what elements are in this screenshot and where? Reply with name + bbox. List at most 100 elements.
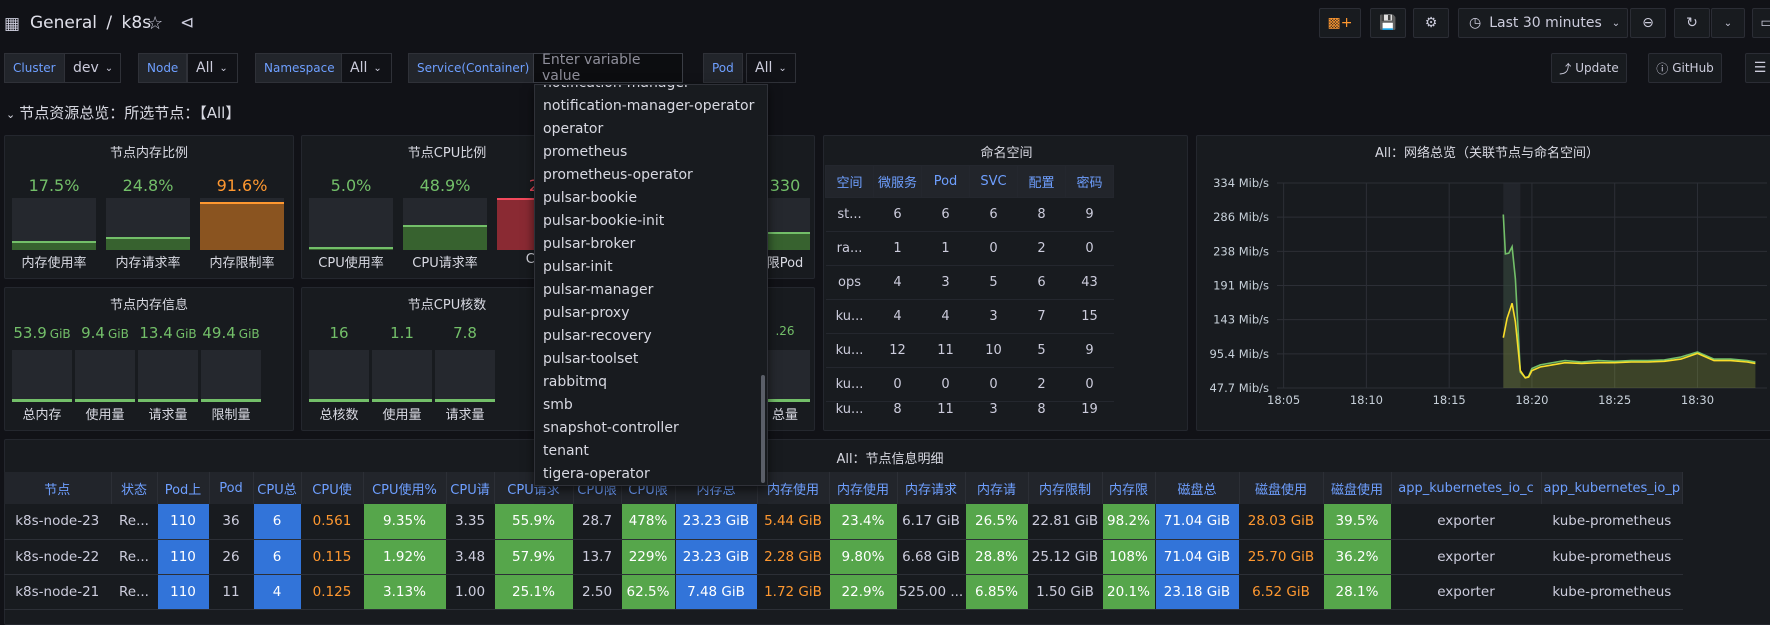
node-variable-select[interactable]: All ⌄ — [187, 53, 238, 83]
service-variable-input[interactable]: Enter variable value — [533, 52, 683, 84]
chevron-down-icon: ⌄ — [778, 62, 787, 74]
pod-variable-select[interactable]: All ⌄ — [746, 53, 796, 83]
dropdown-option[interactable]: pulsar-toolset — [535, 348, 767, 371]
dropdown-option[interactable]: pulsar-recovery — [535, 325, 767, 348]
column-header[interactable]: 密码 — [1065, 165, 1114, 198]
dropdown-option[interactable]: pulsar-broker — [535, 233, 767, 256]
table-row: ops 4 3 5 6 43 — [825, 265, 1114, 300]
update-link-button[interactable]: ⤴ Update — [1551, 53, 1627, 83]
table-cell: 28.8% — [965, 539, 1029, 575]
column-header[interactable]: Pod上 — [157, 472, 210, 504]
table-cell: 1.92% — [363, 539, 447, 575]
table-cell: ops — [825, 265, 874, 300]
dropdown-option[interactable]: operator — [535, 118, 767, 141]
gauge-fill — [309, 399, 369, 402]
column-header[interactable]: CPU使 — [301, 472, 364, 504]
table-cell: 3 — [921, 265, 970, 300]
column-header[interactable]: 磁盘总 — [1155, 472, 1240, 504]
service-options-dropdown[interactable]: notification-managernotification-manager… — [534, 84, 768, 486]
column-header[interactable]: CPU总 — [253, 472, 302, 504]
dropdown-option[interactable]: pulsar-init — [535, 256, 767, 279]
dropdown-option[interactable]: prometheus — [535, 141, 767, 164]
gauge-number: 49.4 — [202, 324, 236, 342]
save-icon: 💾 — [1379, 15, 1397, 31]
table-cell: 110 — [157, 539, 210, 575]
column-header[interactable]: 内存请 — [965, 472, 1029, 504]
table-cell: 12 — [873, 333, 922, 368]
gauge-label: 请求量 — [148, 408, 188, 423]
save-dashboard-button[interactable]: 💾 — [1370, 8, 1406, 38]
table-cell: 1 — [873, 231, 922, 266]
table-cell: 71.04 GiB — [1155, 504, 1240, 540]
table-row[interactable]: k8s-node-23 Re... 110 36 6 0.561 9.35% 3.35 55.9… — [4, 504, 1684, 540]
dropdown-option[interactable]: pulsar-manager — [535, 279, 767, 302]
panel-title: 节点内存信息 — [109, 298, 188, 313]
table-cell: ku... — [835, 402, 864, 417]
refresh-interval-button[interactable]: ⌄ — [1711, 8, 1745, 38]
dropdown-option[interactable]: pulsar-bookie — [535, 187, 767, 210]
dropdown-scrollbar[interactable] — [761, 375, 765, 483]
dropdown-option[interactable]: tenant — [535, 440, 767, 463]
column-header[interactable]: 内存限 — [1102, 472, 1156, 504]
dropdown-option[interactable]: notification-manager — [535, 85, 767, 95]
dropdown-option[interactable]: tigera-operator — [535, 463, 767, 485]
cluster-variable-select[interactable]: dev ⌄ — [64, 53, 121, 83]
column-header[interactable]: 内存请求 — [897, 472, 966, 504]
column-header[interactable]: CPU请 — [446, 472, 495, 504]
column-header[interactable]: 节点 — [4, 472, 112, 504]
column-header[interactable]: 内存限制 — [1028, 472, 1103, 504]
row-title[interactable]: ⌄ 节点资源总览：所选节点：【All】 — [6, 102, 240, 123]
table-row: ku... 4 4 3 7 15 — [825, 299, 1114, 334]
column-header[interactable]: CPU使用% — [363, 472, 447, 504]
column-header[interactable]: app_kubernetes_io_p — [1541, 472, 1684, 504]
dashboard-settings-button[interactable]: ⚙ — [1413, 8, 1449, 38]
network-chart[interactable]: 334 Mib/s 286 Mib/s 238 Mib/s 191 Mib/s 143 … — [1197, 136, 1770, 432]
add-panel-button[interactable]: ▩+ — [1319, 8, 1361, 38]
table-cell: k8s-node-21 — [4, 574, 112, 610]
dropdown-option[interactable]: smb — [535, 394, 767, 417]
dashboards-grid-icon[interactable]: ▦ — [4, 14, 20, 34]
column-header[interactable]: Pod — [209, 472, 254, 504]
column-header[interactable]: Pod — [921, 165, 970, 198]
gauge-label: 内存请求率 — [115, 256, 181, 271]
table-cell: 6 — [1017, 265, 1066, 300]
table-row: ra... 1 1 0 2 0 — [825, 231, 1114, 266]
table-cell: 229% — [621, 539, 676, 575]
table-cell: 10 — [969, 333, 1018, 368]
table-row[interactable]: k8s-node-22 Re... 110 26 6 0.115 1.92% 3.48 57.9… — [4, 539, 1684, 575]
zoom-out-button[interactable]: ⊖ — [1630, 8, 1666, 38]
column-header[interactable]: 磁盘使用 — [1323, 472, 1392, 504]
table-cell: 4 — [873, 299, 922, 334]
column-header[interactable]: SVC — [969, 165, 1018, 198]
github-link-button[interactable]: ⓘ GitHub — [1648, 53, 1722, 83]
dropdown-option[interactable]: pulsar-proxy — [535, 302, 767, 325]
cluster-variable-label: Cluster — [4, 53, 65, 83]
dropdown-option[interactable]: notification-manager-operator — [535, 95, 767, 118]
breadcrumb-root[interactable]: General — [30, 13, 97, 33]
table-cell: 3.13% — [363, 574, 447, 610]
dropdown-option[interactable]: rabbitmq — [535, 371, 767, 394]
column-header[interactable]: 内存使用 — [829, 472, 898, 504]
star-icon[interactable]: ☆ — [147, 13, 163, 34]
series-line[interactable] — [1502, 214, 1756, 379]
refresh-button[interactable]: ↻ — [1674, 8, 1710, 38]
time-picker-button[interactable]: ◷ Last 30 minutes ⌄ — [1458, 8, 1628, 38]
table-cell: 6.52 GiB — [1239, 574, 1324, 610]
column-header[interactable]: 状态 — [111, 472, 158, 504]
namespace-variable-select[interactable]: All ⌄ — [341, 53, 392, 83]
dropdown-option[interactable]: prometheus-operator — [535, 164, 767, 187]
table-cell: 1.50 GiB — [1028, 574, 1103, 610]
column-header[interactable]: 微服务 — [873, 165, 922, 198]
column-header[interactable]: 空间 — [825, 165, 874, 198]
share-icon[interactable]: ⊲ — [180, 13, 194, 33]
dropdown-option[interactable]: pulsar-bookie-init — [535, 210, 767, 233]
table-cell: 3 — [969, 299, 1018, 334]
tv-mode-button[interactable]: ▭ — [1752, 8, 1770, 38]
column-header[interactable]: app_kubernetes_io_c — [1391, 472, 1542, 504]
menu-button[interactable]: ☰ — [1745, 53, 1770, 83]
dropdown-option[interactable]: snapshot-controller — [535, 417, 767, 440]
column-header[interactable]: 配置 — [1017, 165, 1066, 198]
table-row[interactable]: k8s-node-21 Re... 110 11 4 0.125 3.13% 1.00 25.1… — [4, 574, 1684, 610]
chevron-down-icon: ⌄ — [1611, 17, 1621, 29]
column-header[interactable]: 磁盘使用 — [1239, 472, 1324, 504]
